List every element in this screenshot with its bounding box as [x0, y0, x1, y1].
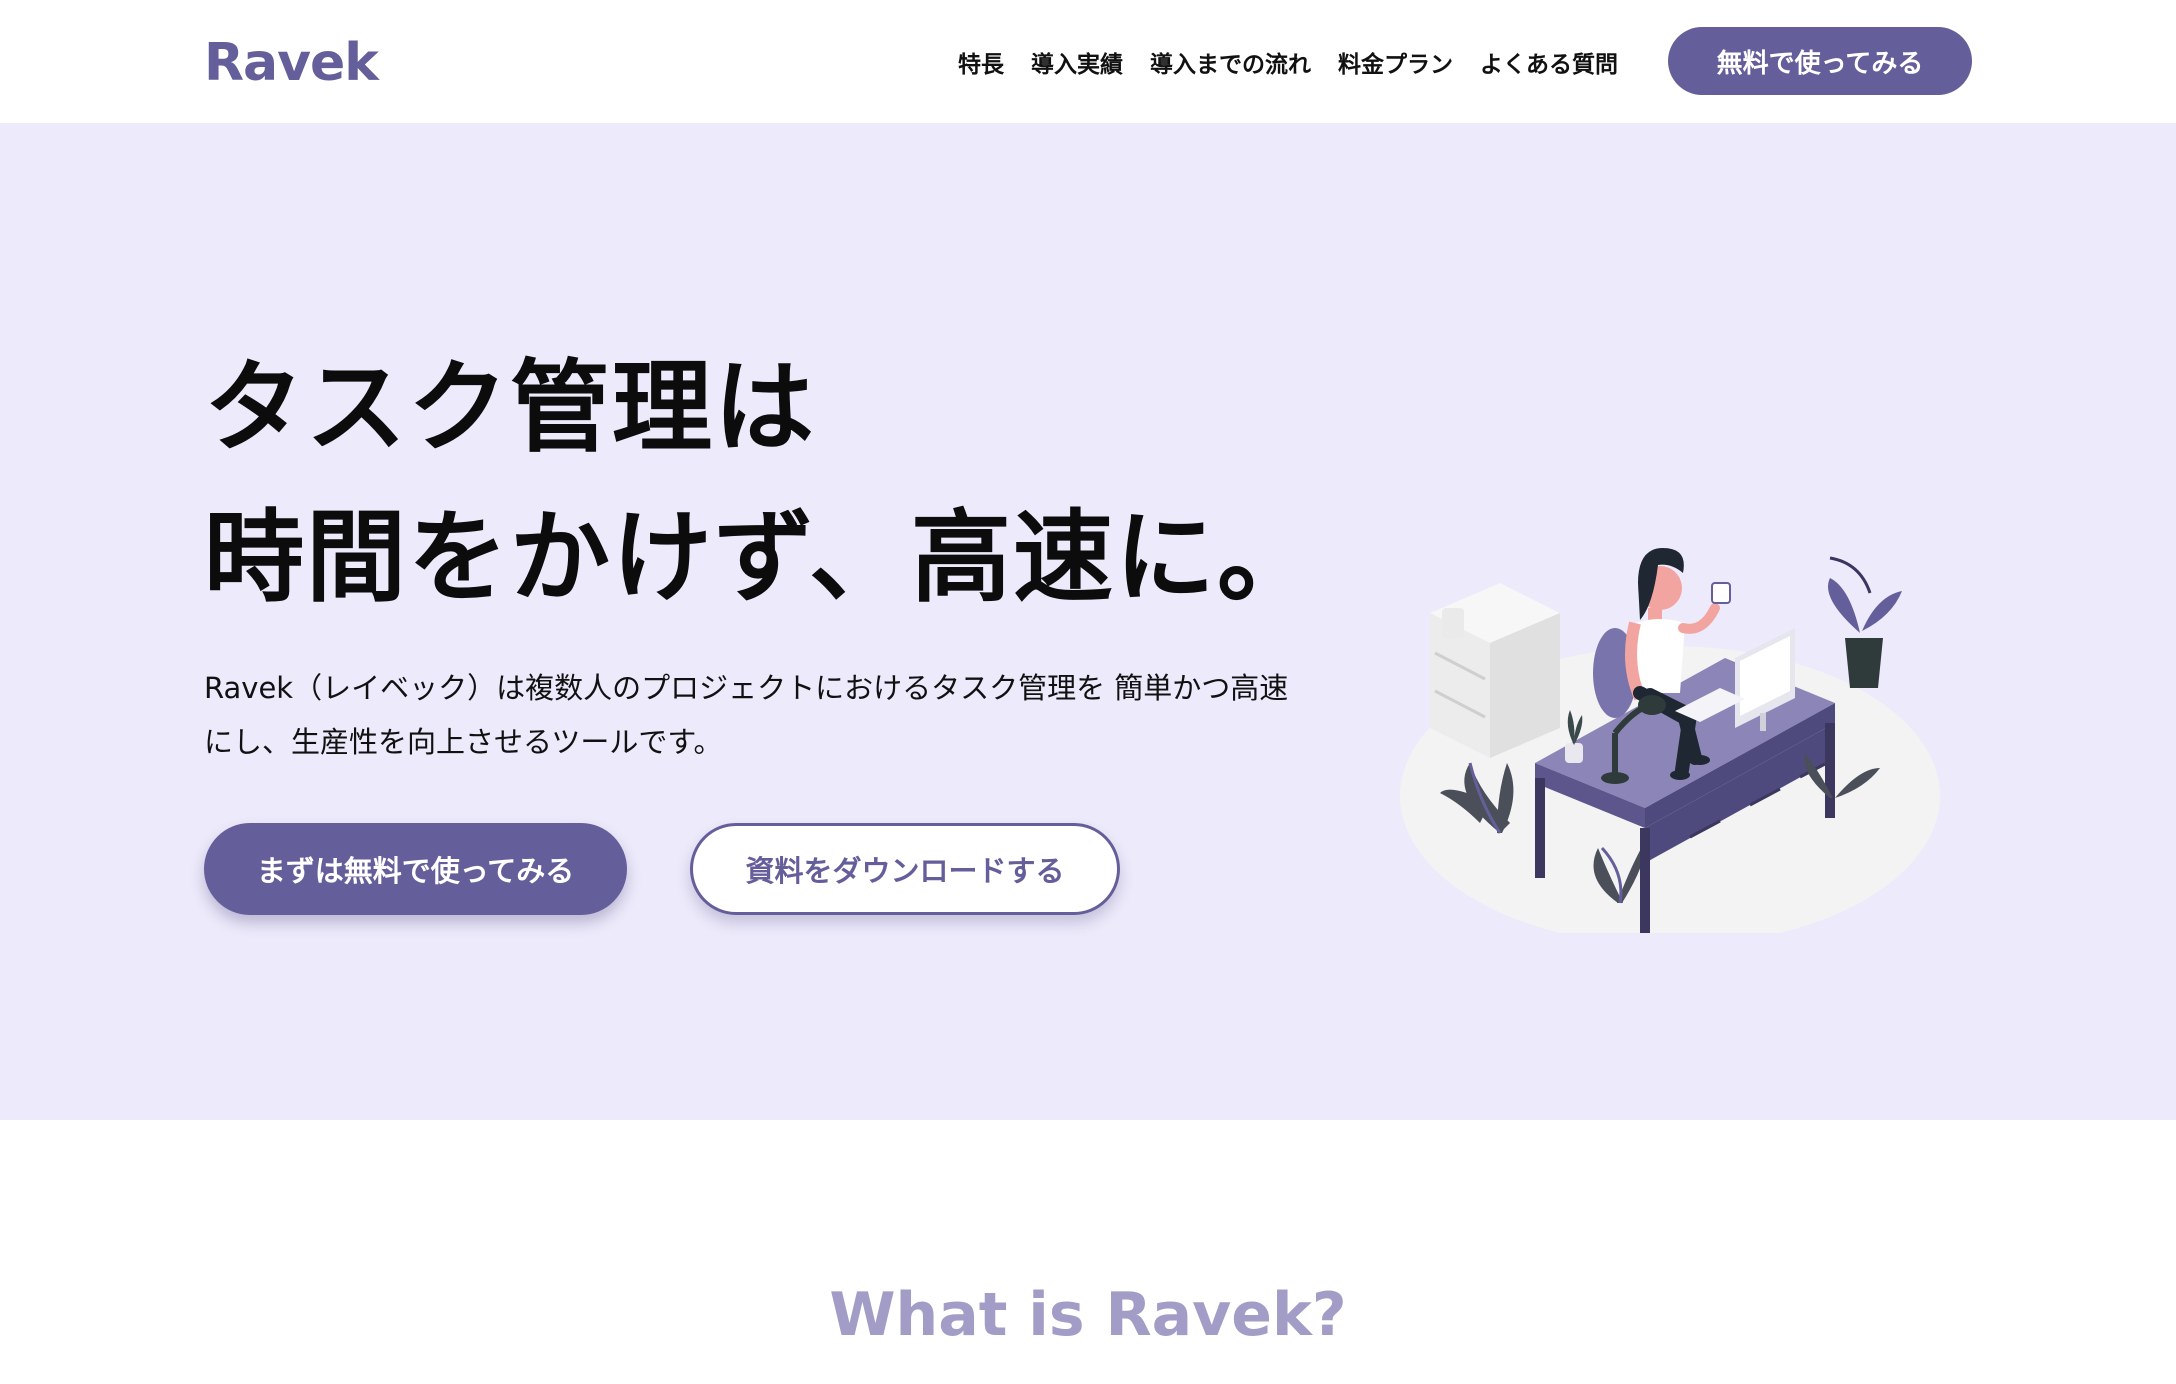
hero-title: タスク管理は 時間をかけず、高速に。	[204, 333, 1404, 633]
hero-title-line-2: 時間をかけず、高速に。	[204, 499, 1319, 616]
nav-item-onboarding-flow[interactable]: 導入までの流れ	[1150, 45, 1311, 79]
nav-item-pricing[interactable]: 料金プラン	[1338, 45, 1453, 79]
hero-title-line-1: タスク管理は	[204, 349, 816, 466]
nav-item-faq[interactable]: よくある質問	[1480, 45, 1618, 79]
nav-item-features[interactable]: 特長	[958, 45, 1004, 79]
hero-description-line-2: にし、生産性を向上させるツールです。	[204, 725, 723, 759]
cabinet	[1430, 583, 1560, 758]
download-docs-button[interactable]: 資料をダウンロードする	[690, 823, 1120, 915]
woman-at-desk-illustration	[1400, 548, 1940, 933]
nav-item-case-studies[interactable]: 導入実績	[1031, 45, 1123, 79]
header-free-trial-button[interactable]: 無料で使ってみる	[1668, 27, 1972, 95]
hero-description-line-1: Ravek（レイベック）は複数人のプロジェクトにおけるタスク管理を 簡単かつ高速	[204, 671, 1289, 705]
logo[interactable]: Ravek	[204, 30, 379, 96]
hero-section: タスク管理は 時間をかけず、高速に。 Ravek（レイベック）は複数人のプロジェ…	[0, 123, 2176, 1120]
hero-description: Ravek（レイベック）は複数人のプロジェクトにおけるタスク管理を 簡単かつ高速…	[204, 661, 1354, 769]
about-section-title: What is Ravek?	[829, 1280, 1347, 1350]
try-free-button[interactable]: まずは無料で使ってみる	[204, 823, 627, 915]
site-header: Ravek 特長 導入実績 導入までの流れ 料金プラン よくある質問 無料で使っ…	[0, 0, 2176, 123]
main-nav: 特長 導入実績 導入までの流れ 料金プラン よくある質問	[958, 42, 1645, 82]
